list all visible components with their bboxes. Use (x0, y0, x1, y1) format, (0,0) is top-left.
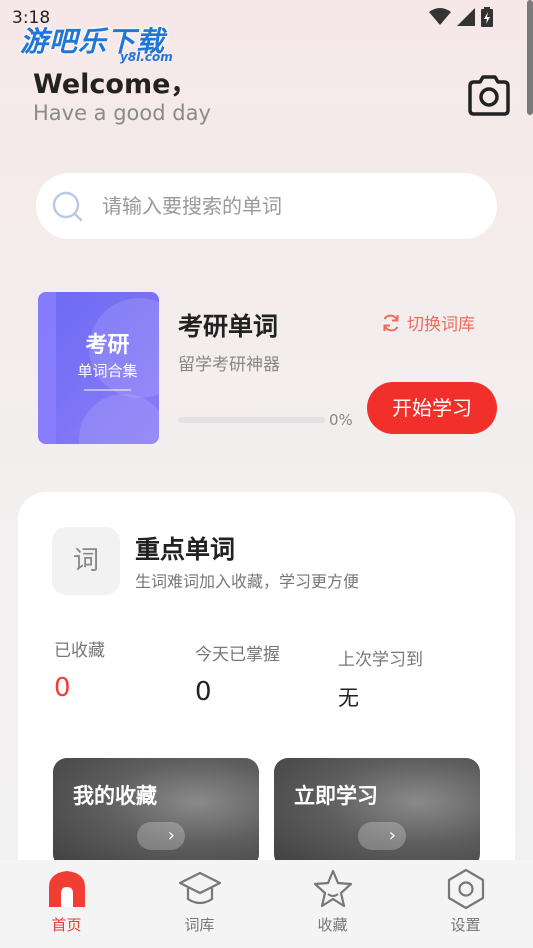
tab-vocabulary[interactable]: 词库 (133, 860, 266, 948)
stat-value: 无 (338, 686, 359, 710)
refresh-icon (383, 314, 399, 331)
stat-label: 今天已掌握 (195, 645, 280, 665)
wifi-icon (429, 8, 451, 25)
deck-cover[interactable]: 考研 单词合集 (38, 292, 159, 444)
tab-label: 首页 (51, 916, 82, 934)
graduation-cap-icon (178, 871, 222, 905)
stat-last-studied: 上次学习到 无 (338, 645, 423, 712)
word-icon: 词 (52, 527, 120, 595)
cover-decoration (79, 394, 159, 444)
tab-label: 词库 (184, 916, 215, 934)
tab-label: 收藏 (317, 916, 348, 934)
search-bar[interactable] (36, 173, 497, 239)
stat-collected: 已收藏 0 (54, 636, 105, 703)
cover-subtitle: 单词合集 (77, 362, 138, 380)
star-icon (313, 869, 353, 908)
settings-icon (447, 868, 485, 910)
key-words-card: 词 重点单词 生词难词加入收藏，学习更方便 已收藏 0 今天已掌握 0 上次学习… (18, 492, 515, 872)
tile-title: 我的收藏 (73, 784, 157, 808)
deck-name: 考研单词 (178, 312, 279, 341)
camera-button[interactable] (466, 74, 512, 118)
search-input[interactable] (102, 173, 472, 239)
study-now-tile[interactable]: 立即学习 › (274, 758, 480, 868)
progress-bar (178, 417, 325, 423)
home-icon (49, 871, 85, 907)
cellular-signal-icon (457, 8, 475, 26)
card-subtitle: 生词难词加入收藏，学习更方便 (135, 572, 360, 591)
tab-home[interactable]: 首页 (0, 860, 133, 948)
scrollbar[interactable] (527, 0, 533, 115)
switch-deck-button[interactable]: 切换词库 (381, 310, 475, 335)
chevron-right-icon: › (358, 822, 406, 850)
switch-deck-label: 切换词库 (407, 315, 475, 335)
battery-icon (481, 7, 493, 27)
tab-label: 设置 (450, 916, 481, 934)
chevron-right-icon: › (137, 822, 185, 850)
welcome-subtitle: Have a good day (33, 101, 211, 125)
bottom-tab-bar: 首页 词库 收藏 设置 (0, 860, 533, 948)
stat-label: 已收藏 (54, 641, 105, 661)
stat-value: 0 (195, 677, 212, 707)
progress-text: 0% (329, 411, 353, 429)
card-title: 重点单词 (135, 535, 236, 564)
start-learning-button[interactable]: 开始学习 (367, 382, 497, 434)
cover-divider (84, 389, 131, 391)
stat-value: 0 (54, 673, 71, 703)
status-icons (429, 7, 493, 27)
tab-settings[interactable]: 设置 (399, 860, 532, 948)
search-icon (52, 191, 83, 222)
tab-favorites[interactable]: 收藏 (266, 860, 399, 948)
camera-icon (468, 75, 510, 116)
watermark-logo: 游吧乐下载 y8l.com (20, 20, 173, 64)
stat-label: 上次学习到 (338, 650, 423, 670)
my-favorites-tile[interactable]: 我的收藏 › (53, 758, 259, 868)
welcome-title: Welcome， (33, 69, 198, 100)
deck-description: 留学考研神器 (178, 355, 280, 375)
stat-mastered-today: 今天已掌握 0 (195, 640, 280, 707)
cover-title: 考研 (85, 333, 130, 358)
book-spine (38, 292, 56, 444)
tile-title: 立即学习 (294, 784, 378, 808)
